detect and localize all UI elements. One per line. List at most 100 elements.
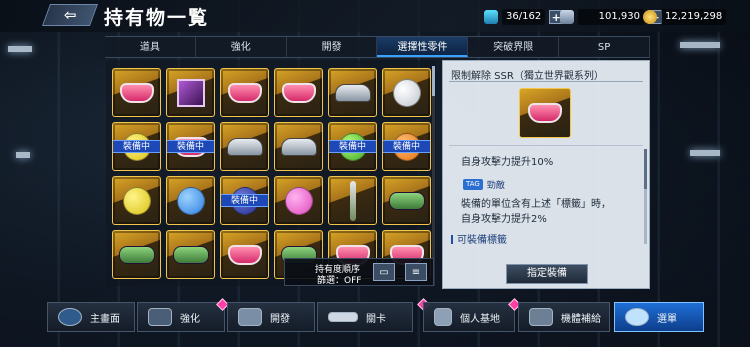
selected-item-thumbnail — [519, 88, 571, 138]
sort-icon[interactable]: ≡ — [405, 263, 427, 281]
display-toggle-icon[interactable]: ▭ — [373, 263, 395, 281]
nav-base[interactable]: 個人基地 — [423, 298, 521, 332]
item-slot[interactable] — [274, 122, 323, 171]
tag-row: TAG 勁敵 — [463, 178, 505, 191]
page-title: 持有物一覧 — [104, 7, 210, 29]
energy-resource: 36/162 + — [484, 8, 564, 26]
nav-label: 個人基地 — [460, 313, 500, 325]
stage-icon — [328, 312, 358, 322]
ceiling-light — [8, 46, 32, 52]
item-slot[interactable]: 裝備中 — [112, 122, 161, 171]
purple-box-icon — [176, 78, 205, 107]
equipped-badge: 裝備中 — [167, 140, 214, 153]
grey-part-icon — [334, 83, 371, 102]
item-slot[interactable] — [112, 230, 161, 279]
tab-enhance[interactable]: 強化 — [196, 37, 287, 57]
nav-label: 選單 — [657, 313, 677, 325]
item-slot[interactable]: 裝備中 — [328, 122, 377, 171]
pink-part-icon — [119, 82, 154, 103]
item-slot[interactable]: 裝備中 — [220, 176, 269, 225]
item-slot[interactable] — [166, 176, 215, 225]
nav-label: 機體補給 — [561, 313, 601, 325]
home-icon — [58, 308, 82, 326]
base-icon — [434, 308, 452, 326]
green-part-icon — [172, 245, 209, 264]
part-icon — [528, 103, 562, 123]
divider — [449, 81, 643, 82]
item-slot[interactable] — [220, 230, 269, 279]
bottom-nav: 主畫面 強化 開發 關卡 個人基地 機體補給 選單 — [0, 298, 750, 335]
tab-limit-break[interactable]: 突破界限 — [468, 37, 560, 57]
item-slot[interactable] — [112, 68, 161, 117]
green-part-icon — [388, 191, 425, 210]
tab-sp[interactable]: SP — [559, 37, 650, 57]
detail-title: 限制解除 SSR（獨立世界觀系列） — [451, 71, 604, 82]
tab-optional-parts[interactable]: 選擇性零件 — [377, 37, 469, 57]
menu-icon — [625, 308, 649, 326]
filter-status-label[interactable]: 篩選：OFF — [317, 273, 361, 286]
item-slot[interactable] — [166, 230, 215, 279]
item-detail-panel: 限制解除 SSR（獨立世界觀系列） 自身攻擊力提升10% TAG 勁敵 裝備的單… — [442, 60, 650, 289]
item-slot[interactable] — [166, 68, 215, 117]
effect-text: 自身攻擊力提升10% — [461, 157, 554, 168]
assign-equipment-button[interactable]: 指定裝備 — [506, 264, 588, 284]
item-slot[interactable] — [328, 68, 377, 117]
back-arrow-icon: ⇦ — [63, 6, 77, 24]
item-slot[interactable] — [274, 68, 323, 117]
divider — [449, 145, 643, 146]
energy-icon — [484, 10, 498, 24]
nav-supply[interactable]: 機體補給 — [518, 302, 610, 332]
nav-label: 主畫面 — [90, 313, 120, 325]
nav-stage[interactable]: 關卡 — [317, 298, 430, 332]
energy-value: 36/162 — [502, 9, 546, 25]
nav-home[interactable]: 主畫面 — [47, 302, 135, 332]
nav-enhance[interactable]: 強化 — [137, 298, 229, 332]
coin-resource: 12,219,298 — [643, 8, 727, 26]
grid-scrollbar[interactable] — [432, 66, 435, 286]
top-bar: ⇦ 持有物一覧 36/162 + 101,930 + 12,219,298 — [0, 0, 750, 32]
item-slot[interactable]: 裝備中 — [382, 122, 431, 171]
blue-ball-icon — [176, 186, 205, 215]
item-slot[interactable] — [220, 68, 269, 117]
item-slot[interactable] — [220, 122, 269, 171]
ceiling-light — [680, 42, 720, 48]
item-slot[interactable] — [274, 176, 323, 225]
ceiling-light — [16, 152, 30, 158]
tag-chip: TAG — [463, 179, 483, 190]
capital-icon — [560, 10, 574, 24]
ceiling-light — [690, 150, 720, 156]
back-button[interactable]: ⇦ — [41, 4, 99, 26]
item-slot[interactable] — [382, 176, 431, 225]
detail-scroll-thumb[interactable] — [644, 149, 647, 189]
grey-part-icon — [226, 137, 263, 156]
grid-scroll-thumb[interactable] — [432, 66, 435, 96]
nav-develop[interactable]: 開發 — [227, 302, 315, 332]
pink-part-icon — [227, 82, 262, 103]
rod-icon — [349, 180, 356, 221]
equipped-badge: 裝備中 — [383, 140, 430, 153]
tag-condition-text: 裝備的單位含有上述「標籤」時， — [461, 199, 611, 210]
coin-icon — [643, 10, 657, 24]
green-part-icon — [118, 245, 155, 264]
nav-menu[interactable]: 選單 — [614, 302, 704, 332]
pink-part-icon — [281, 82, 316, 103]
pink-part-icon — [227, 244, 262, 265]
grey-part-icon — [280, 137, 317, 156]
tag-bonus-text: 自身攻擊力提升2% — [461, 214, 547, 225]
equipped-badge: 裝備中 — [221, 194, 268, 207]
item-slot[interactable]: 裝備中 — [166, 122, 215, 171]
category-tabs: 道具 強化 開發 選擇性零件 突破界限 SP — [105, 36, 650, 58]
tab-items[interactable]: 道具 — [105, 37, 196, 57]
equipped-badge: 裝備中 — [329, 140, 376, 153]
nav-label: 關卡 — [366, 313, 386, 325]
equipped-badge: 裝備中 — [113, 140, 160, 153]
item-slot[interactable] — [328, 176, 377, 225]
item-slot[interactable] — [382, 68, 431, 117]
tag-name: 勁敵 — [486, 181, 505, 191]
coin-value: 12,219,298 — [661, 9, 727, 25]
equippable-tags-heading: 可裝備標籤 — [451, 231, 507, 246]
tab-develop[interactable]: 開發 — [287, 37, 378, 57]
nav-label: 強化 — [180, 313, 200, 325]
nav-label: 開發 — [270, 313, 290, 325]
item-slot[interactable] — [112, 176, 161, 225]
